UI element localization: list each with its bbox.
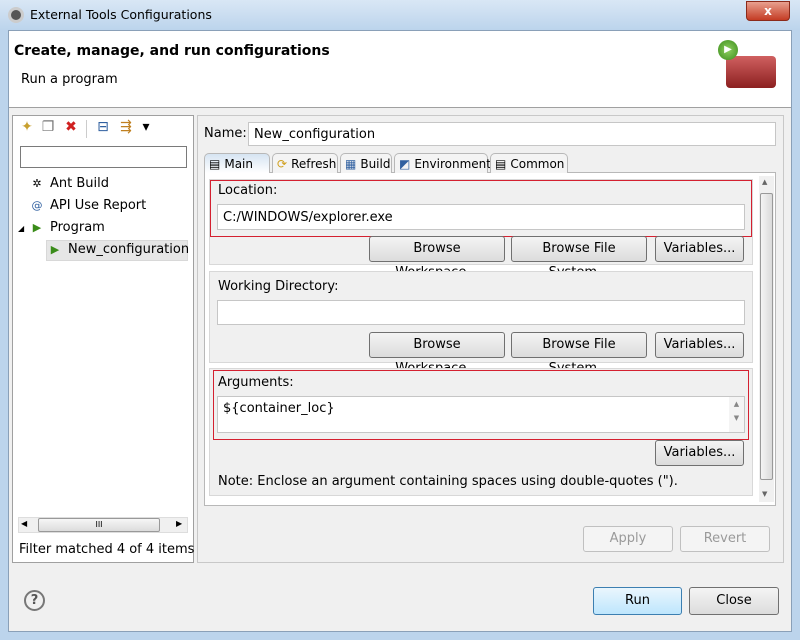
tree-item-label: Ant Build — [50, 176, 109, 191]
tree-item-ant-build[interactable]: ✲ Ant Build — [30, 176, 109, 191]
ant-icon: ✲ — [32, 176, 42, 190]
tree-item-program[interactable]: ▶ Program — [30, 220, 105, 235]
tree-item-new-configuration[interactable]: ▶ New_configuration — [48, 242, 189, 257]
arguments-textarea[interactable]: ${container_loc} — [217, 396, 745, 433]
location-variables-button[interactable]: Variables... — [655, 236, 744, 262]
collapse-all-icon[interactable]: ⊟ — [94, 119, 112, 135]
app-icon — [8, 7, 24, 23]
name-label: Name: — [204, 126, 247, 141]
arguments-variables-button[interactable]: Variables... — [655, 440, 744, 466]
tab-build[interactable]: ▦ Build — [340, 153, 392, 173]
run-button[interactable]: Run — [593, 587, 682, 615]
filter-icon[interactable]: ⇶ — [117, 119, 135, 135]
tab-label: Build — [360, 156, 391, 171]
common-icon: ▤ — [495, 156, 507, 171]
window-title: External Tools Configurations — [30, 7, 212, 22]
program-icon: ▶ — [32, 220, 42, 234]
location-input[interactable] — [217, 204, 745, 230]
arguments-note: Note: Enclose an argument containing spa… — [218, 474, 678, 489]
tab-label: Common — [510, 156, 565, 171]
tab-refresh[interactable]: ⟳ Refresh — [272, 153, 338, 173]
arguments-label: Arguments: — [218, 375, 294, 390]
vertical-scroll-thumb[interactable] — [760, 193, 773, 480]
filter-status: Filter matched 4 of 4 items — [19, 542, 195, 557]
working-directory-label: Working Directory: — [218, 279, 339, 294]
name-input[interactable] — [248, 122, 776, 146]
revert-button[interactable]: Revert — [680, 526, 770, 552]
location-label: Location: — [218, 183, 278, 198]
tab-label: Main — [224, 156, 253, 171]
header-title: Create, manage, and run configurations — [14, 43, 330, 59]
help-icon[interactable]: ? — [24, 590, 45, 611]
tab-environment[interactable]: ◩ Environment — [394, 153, 491, 173]
location-browse-file-system-button[interactable]: Browse File System... — [511, 236, 647, 280]
tree-item-label: API Use Report — [50, 198, 147, 213]
workdir-browse-file-system-button[interactable]: Browse File System... — [511, 332, 647, 376]
tab-label: Refresh — [291, 156, 337, 171]
tab-label: Environment — [414, 156, 491, 171]
horizontal-scroll-thumb[interactable]: III — [38, 518, 160, 532]
build-icon: ▦ — [345, 156, 357, 171]
tree-item-api-use-report[interactable]: @ API Use Report — [30, 198, 147, 213]
duplicate-icon[interactable]: ❐ — [39, 119, 57, 135]
delete-icon[interactable]: ✖ — [62, 119, 80, 135]
workdir-browse-workspace-button[interactable]: Browse Workspace... — [369, 332, 505, 376]
tree-item-label: Program — [50, 220, 105, 235]
filter-menu-dropdown-icon[interactable]: ▾ — [137, 119, 155, 135]
location-browse-workspace-button[interactable]: Browse Workspace... — [369, 236, 505, 280]
working-directory-input[interactable] — [217, 300, 745, 325]
new-config-icon[interactable]: ✦ — [18, 119, 36, 135]
report-icon: @ — [31, 198, 43, 212]
environment-icon: ◩ — [399, 156, 411, 171]
toolbox-icon — [726, 56, 776, 88]
toolbar-separator — [86, 120, 87, 138]
tab-common[interactable]: ▤ Common — [490, 153, 568, 173]
tab-main[interactable]: ▤ Main — [204, 153, 270, 173]
workdir-variables-button[interactable]: Variables... — [655, 332, 744, 358]
scroll-left-icon[interactable]: ◀ — [21, 519, 27, 528]
arguments-scrollbar[interactable]: ▲ ▼ — [729, 397, 744, 432]
header-subtitle: Run a program — [21, 72, 118, 87]
scroll-down-icon[interactable]: ▼ — [762, 490, 767, 498]
apply-button[interactable]: Apply — [583, 526, 673, 552]
scroll-right-icon[interactable]: ▶ — [176, 519, 182, 528]
main-tab-icon: ▤ — [209, 156, 221, 171]
close-window-button[interactable]: x — [746, 1, 790, 21]
filter-input[interactable] — [20, 146, 187, 168]
close-button[interactable]: Close — [689, 587, 779, 615]
expand-arrow-icon[interactable]: ◢ — [18, 224, 24, 233]
run-badge-icon: ▶ — [718, 40, 738, 60]
refresh-icon: ⟳ — [277, 156, 288, 171]
scroll-up-icon[interactable]: ▲ — [762, 178, 767, 186]
tree-item-label: New_configuration — [68, 242, 190, 257]
program-config-icon: ▶ — [50, 242, 60, 256]
